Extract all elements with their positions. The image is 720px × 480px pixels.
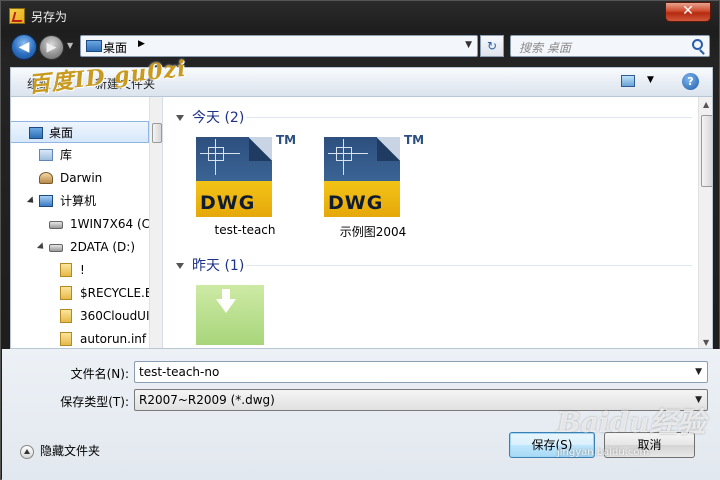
filename-dropdown-icon[interactable]: ▼: [695, 367, 702, 377]
window-title: 另存为: [31, 10, 68, 24]
search-field[interactable]: 搜索 桌面: [510, 35, 710, 57]
sidebar-item-label: $RECYCLE.B: [80, 286, 149, 300]
expanded-arrow-icon[interactable]: [26, 196, 37, 206]
view-dropdown-icon[interactable]: ▼: [647, 75, 654, 85]
sidebar-item-folder[interactable]: autorun.inf: [11, 328, 149, 348]
download-file-icon[interactable]: [196, 285, 264, 345]
back-button[interactable]: ◀: [11, 34, 37, 60]
filetype-value: R2007~R2009 (*.dwg): [139, 393, 275, 407]
folder-icon: [60, 286, 72, 300]
sidebar-item-label: 库: [60, 148, 73, 162]
sidebar-item-folder[interactable]: 360CloudUI: [11, 305, 149, 327]
baidu-url: jingyan.baidu.com: [557, 447, 650, 458]
save-as-dialog: 另存为 ✕ ◀ ▶ ▼ 桌面 ▶ ▼ ↻ 搜索 桌面 组织 ▾ 新建文件夹 ▼ …: [0, 0, 720, 480]
file-name: test-teach: [214, 223, 276, 237]
sidebar-item-desktop[interactable]: 桌面: [11, 121, 149, 143]
dwg-file-icon: TM DWG: [196, 131, 296, 221]
scrollbar-thumb[interactable]: [152, 123, 162, 143]
filename-value[interactable]: test-teach-no: [139, 365, 219, 379]
title-bar[interactable]: 另存为 ✕: [1, 1, 719, 31]
breadcrumb-separator-icon[interactable]: ▶: [138, 39, 145, 49]
sidebar-item-label: autorun.inf: [80, 332, 147, 346]
sidebar-item-user[interactable]: Darwin: [11, 167, 149, 189]
sidebar-item-drive-d[interactable]: 2DATA (D:): [11, 236, 149, 258]
sidebar-item-folder[interactable]: !: [11, 259, 149, 281]
filename-input[interactable]: test-teach-no ▼: [134, 361, 708, 383]
recent-pages-dropdown-icon[interactable]: ▼: [67, 41, 73, 50]
trademark-label: TM: [276, 133, 297, 147]
group-divider: [246, 265, 692, 266]
dwg-file-icon: TM DWG: [324, 131, 424, 221]
sidebar-item-label: !: [80, 263, 85, 277]
desktop-icon: [86, 40, 102, 52]
dwg-badge: DWG: [328, 192, 384, 214]
scrollbar-thumb[interactable]: [701, 115, 712, 187]
sidebar-item-folder[interactable]: $RECYCLE.B: [11, 282, 149, 304]
hide-folders-toggle[interactable]: 隐藏文件夹: [20, 442, 100, 459]
folder-icon: [60, 263, 72, 277]
search-icon[interactable]: [692, 39, 703, 50]
group-label: 今天 (2): [192, 110, 245, 126]
close-button[interactable]: ✕: [665, 2, 711, 22]
scroll-up-icon[interactable]: ▲: [703, 100, 709, 109]
address-bar[interactable]: 桌面 ▶ ▼: [80, 35, 478, 57]
address-location[interactable]: 桌面: [103, 39, 127, 56]
folder-icon: [60, 309, 72, 323]
sidebar-item-label: 360CloudUI: [80, 309, 149, 323]
content-scrollbar[interactable]: ▲ ▼: [698, 97, 712, 348]
address-dropdown-icon[interactable]: ▼: [465, 40, 472, 50]
expanded-arrow-icon[interactable]: [36, 242, 47, 252]
dwg-badge: DWG: [200, 192, 256, 214]
baidu-logo: Baidu经验: [557, 406, 706, 439]
group-header-today[interactable]: 今天 (2): [176, 107, 244, 127]
forward-button[interactable]: ▶: [39, 35, 64, 60]
refresh-button[interactable]: ↻: [480, 35, 504, 57]
sidebar-item-label: 计算机: [60, 194, 97, 208]
filetype-label: 保存类型(T):: [60, 395, 129, 409]
sidebar-item-drive-c[interactable]: 1WIN7X64 (C: [11, 213, 149, 235]
sidebar-item-computer[interactable]: 计算机: [11, 190, 149, 212]
view-options-icon[interactable]: [621, 75, 635, 87]
app-logo-icon: [9, 8, 25, 24]
group-label: 昨天 (1): [192, 258, 245, 274]
collapse-arrow-icon[interactable]: [176, 115, 184, 121]
filename-label: 文件名(N):: [70, 367, 129, 381]
group-divider: [246, 117, 692, 118]
trademark-label: TM: [404, 133, 425, 147]
navigation-pane: 桌面 库 Darwin 计算机 1WIN7X64 (C 2DATA (D:) !…: [11, 97, 163, 348]
library-icon: [39, 149, 53, 161]
sidebar-item-label: Darwin: [60, 171, 103, 185]
drive-icon: [49, 221, 63, 229]
sidebar-item-label: 2DATA (D:): [70, 240, 136, 254]
group-header-yesterday[interactable]: 昨天 (1): [176, 255, 244, 275]
sidebar-item-label: 桌面: [49, 126, 74, 140]
file-item[interactable]: TM DWG test-teach: [174, 131, 296, 241]
desktop-icon: [29, 127, 43, 139]
computer-icon: [39, 195, 53, 207]
browser-area: 桌面 库 Darwin 计算机 1WIN7X64 (C 2DATA (D:) !…: [10, 97, 713, 349]
folder-icon: [60, 332, 72, 346]
user-icon: [39, 172, 53, 184]
search-placeholder: 搜索 桌面: [519, 41, 571, 55]
collapse-up-icon: [20, 444, 34, 459]
file-name: 示例图2004: [339, 225, 407, 239]
collapse-arrow-icon[interactable]: [176, 263, 184, 269]
file-list: 今天 (2) TM DWG test-teach TM DWG 示例图2004 …: [164, 97, 712, 348]
sidebar-item-library[interactable]: 库: [11, 144, 149, 166]
drive-icon: [49, 244, 63, 252]
sidebar-item-label: 1WIN7X64 (C: [70, 217, 149, 231]
help-icon[interactable]: ?: [682, 73, 699, 90]
hide-folders-label: 隐藏文件夹: [40, 444, 101, 458]
sidebar-scrollbar[interactable]: [149, 97, 162, 348]
file-item[interactable]: TM DWG 示例图2004: [302, 131, 424, 241]
scroll-down-icon[interactable]: ▼: [703, 338, 709, 347]
